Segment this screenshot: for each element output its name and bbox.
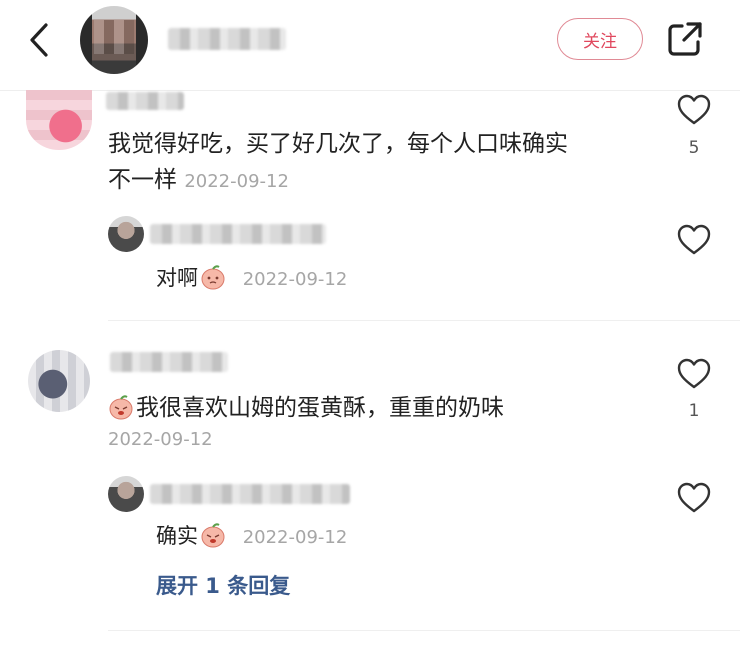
commenter-name-blurred[interactable] <box>110 352 228 372</box>
comment-text-row: 我很喜欢山姆的蛋黄酥，重重的奶味 <box>108 392 504 424</box>
reply-text-row: 确实 2022-09-12 <box>156 520 347 550</box>
header-divider <box>0 90 740 91</box>
commenter-avatar[interactable] <box>26 90 92 150</box>
reply-avatar[interactable] <box>108 216 144 252</box>
like-count: 1 <box>688 401 700 421</box>
back-button[interactable] <box>22 20 56 60</box>
peach-emoji-icon <box>201 523 225 548</box>
like-heart-icon[interactable] <box>677 358 711 390</box>
comment-text: 我觉得好吃，买了好几次了，每个人口味确实 <box>108 131 568 157</box>
top-bar: 关注 <box>0 0 740 84</box>
comment-date: 2022-09-12 <box>184 171 289 192</box>
author-avatar[interactable] <box>80 6 148 74</box>
peach-emoji-icon <box>109 395 133 420</box>
reply-text: 对啊 <box>156 266 198 290</box>
reply-name-blurred[interactable] <box>150 484 350 504</box>
like-count: 5 <box>688 138 700 158</box>
comment-text: 我很喜欢山姆的蛋黄酥，重重的奶味 <box>136 395 504 421</box>
comment-text-continuation: 不一样 <box>108 167 177 193</box>
comment-text-line2: 不一样 2022-09-12 <box>108 164 289 198</box>
reply-name-blurred[interactable] <box>150 224 326 244</box>
follow-button[interactable]: 关注 <box>557 18 643 60</box>
commenter-avatar[interactable] <box>28 350 90 412</box>
like-heart-icon[interactable] <box>677 94 711 126</box>
reply-avatar[interactable] <box>108 476 144 512</box>
comment-date: 2022-09-12 <box>108 429 213 450</box>
expand-replies-link[interactable]: 展开 1 条回复 <box>156 570 290 600</box>
comment-divider <box>108 630 740 631</box>
comment-divider <box>108 320 740 321</box>
reply-date: 2022-09-12 <box>242 269 348 290</box>
reply-like-heart-icon[interactable] <box>677 224 711 256</box>
reply-text: 确实 <box>156 524 198 548</box>
share-icon[interactable] <box>666 20 704 58</box>
author-name-blurred[interactable] <box>168 28 286 50</box>
chevron-left-icon <box>30 23 48 57</box>
reply-date: 2022-09-12 <box>242 527 348 548</box>
peach-emoji-icon <box>201 265 225 290</box>
commenter-name-blurred[interactable] <box>106 92 184 110</box>
reply-text-row: 对啊 2022-09-12 <box>156 262 347 292</box>
reply-like-heart-icon[interactable] <box>677 482 711 514</box>
